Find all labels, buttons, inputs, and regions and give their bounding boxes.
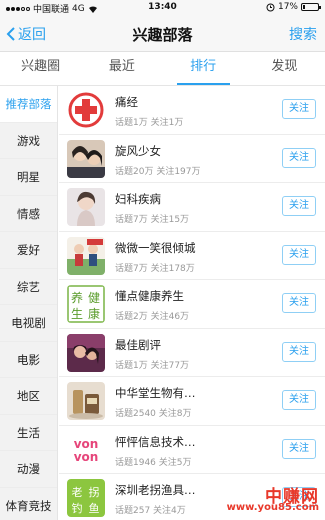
- status-right: 17%: [266, 2, 321, 12]
- tribe-stats: 话题20万 关注197万: [115, 166, 201, 177]
- sidebar-item-celebrities[interactable]: 明星: [0, 159, 57, 196]
- tribe-name: 怦怦信息技术…: [115, 434, 196, 449]
- sidebar-item-movies[interactable]: 电影: [0, 342, 57, 378]
- tribe-name: 中华堂生物有…: [115, 386, 196, 400]
- health-calligraphy-logo-icon: 养健生康: [67, 285, 105, 323]
- follow-button[interactable]: 关注: [282, 390, 316, 410]
- battery-icon: [301, 3, 321, 11]
- svg-text:老: 老: [72, 486, 83, 499]
- category-sidebar: 推荐部落 游戏 明星 情感 爱好 综艺 电视剧 电影 地区 生活 动漫 体育竞技: [0, 86, 58, 520]
- tribe-stats: 话题7万 关注15万: [115, 215, 190, 225]
- navigation-bar: 返回 兴趣部落 搜索: [0, 16, 325, 52]
- movie-still-thumbnail: [67, 333, 105, 372]
- list-item[interactable]: 最佳剧评 话题1万 关注77万 关注: [59, 329, 325, 377]
- tab-interest-circle[interactable]: 兴趣圈: [0, 52, 81, 85]
- svg-text:拐: 拐: [89, 485, 100, 499]
- site-watermark: 中赚网 www.you85.com: [226, 482, 321, 516]
- sidebar-item-regions[interactable]: 地区: [0, 378, 57, 415]
- svg-text:养: 养: [71, 290, 83, 305]
- follow-button[interactable]: 关注: [282, 293, 316, 313]
- follow-button[interactable]: 关注: [282, 438, 316, 459]
- sidebar-item-life[interactable]: 生活: [0, 415, 57, 451]
- status-bar: 中国联通 4G 13:40 17%: [0, 0, 325, 16]
- tribe-name: 最佳剧评: [115, 337, 161, 352]
- battery-percent: 17%: [277, 2, 298, 12]
- tribe-stats: 话题1万 关注77万: [115, 360, 190, 371]
- drama-poster-thumbnail: [67, 236, 105, 275]
- vonvon-logo-icon: von von: [67, 430, 105, 469]
- tab-recent[interactable]: 最近: [81, 52, 162, 85]
- list-item[interactable]: 微微一笑很倾城 话题7万 关注178万 关注: [59, 232, 325, 280]
- sidebar-item-hobbies[interactable]: 爱好: [0, 232, 57, 269]
- tribe-stats: 话题257 关注4万: [115, 506, 186, 516]
- sidebar-item-anime[interactable]: 动漫: [0, 451, 57, 488]
- tribe-stats: 话题7万 关注178万: [115, 263, 195, 274]
- tribe-name: 懂点健康养生: [115, 289, 184, 303]
- list-item[interactable]: 中华堂生物有… 话题2540 关注8万 关注: [59, 377, 325, 426]
- svg-text:康: 康: [88, 306, 100, 321]
- page-title: 兴趣部落: [132, 26, 193, 44]
- svg-text:鱼: 鱼: [89, 501, 100, 515]
- tribe-stats: 话题1万 关注1万: [115, 118, 184, 128]
- list-item[interactable]: 养健生康 懂点健康养生 话题2万 关注46万 关注: [59, 280, 325, 329]
- search-button[interactable]: 搜索: [289, 24, 317, 44]
- watermark-url: www.you85.com: [226, 502, 319, 513]
- woman-portrait-thumbnail: [67, 188, 105, 226]
- svg-text:生: 生: [71, 307, 83, 321]
- drama-poster-thumbnail: [67, 139, 105, 178]
- follow-button[interactable]: 关注: [282, 99, 316, 119]
- follow-button[interactable]: 关注: [282, 196, 316, 216]
- sidebar-item-tv-series[interactable]: 电视剧: [0, 305, 57, 342]
- red-cross-logo-icon: [67, 91, 105, 129]
- list-item[interactable]: 痛经 话题1万 关注1万 关注: [59, 86, 325, 135]
- tribe-name: 妇科疾病: [115, 192, 161, 206]
- sidebar-item-sports[interactable]: 体育竞技: [0, 488, 57, 520]
- tribe-list: 痛经 话题1万 关注1万 关注 旋风少女 话题20万 关注197万 关注 妇科疾…: [59, 86, 325, 520]
- sidebar-item-games[interactable]: 游戏: [0, 123, 57, 159]
- tribe-stats: 话题1946 关注5万: [115, 457, 192, 468]
- sidebar-item-emotion[interactable]: 情感: [0, 196, 57, 232]
- alarm-icon: [266, 3, 275, 11]
- follow-button[interactable]: 关注: [282, 341, 316, 362]
- list-item[interactable]: 旋风少女 话题20万 关注197万 关注: [59, 135, 325, 183]
- sidebar-item-variety[interactable]: 综艺: [0, 269, 57, 305]
- list-item[interactable]: 妇科疾病 话题7万 关注15万 关注: [59, 183, 325, 232]
- tab-bar: 兴趣圈 最近 排行 发现: [0, 52, 325, 86]
- tribe-name: 痛经: [115, 95, 138, 109]
- tribe-stats: 话题2万 关注46万: [115, 312, 190, 322]
- follow-button[interactable]: 关注: [282, 147, 316, 168]
- svg-text:von: von: [74, 450, 99, 464]
- sidebar-item-recommended[interactable]: 推荐部落: [0, 86, 57, 123]
- tribe-name: 微微一笑很倾城: [115, 240, 196, 255]
- product-photo-thumbnail: [67, 382, 105, 420]
- svg-text:钓: 钓: [72, 501, 83, 515]
- tab-discover[interactable]: 发现: [244, 52, 325, 85]
- svg-text:健: 健: [88, 291, 100, 305]
- follow-button[interactable]: 关注: [282, 244, 316, 265]
- tribe-name: 旋风少女: [115, 143, 161, 158]
- tribe-stats: 话题2540 关注8万: [115, 409, 192, 419]
- list-item[interactable]: von von 怦怦信息技术… 话题1946 关注5万 关注: [59, 426, 325, 474]
- fishing-calligraphy-logo-icon: 老拐钓鱼: [67, 479, 105, 517]
- svg-text:von: von: [74, 437, 99, 451]
- tribe-name: 深圳老拐渔具…: [115, 483, 196, 497]
- tab-ranking[interactable]: 排行: [163, 52, 244, 85]
